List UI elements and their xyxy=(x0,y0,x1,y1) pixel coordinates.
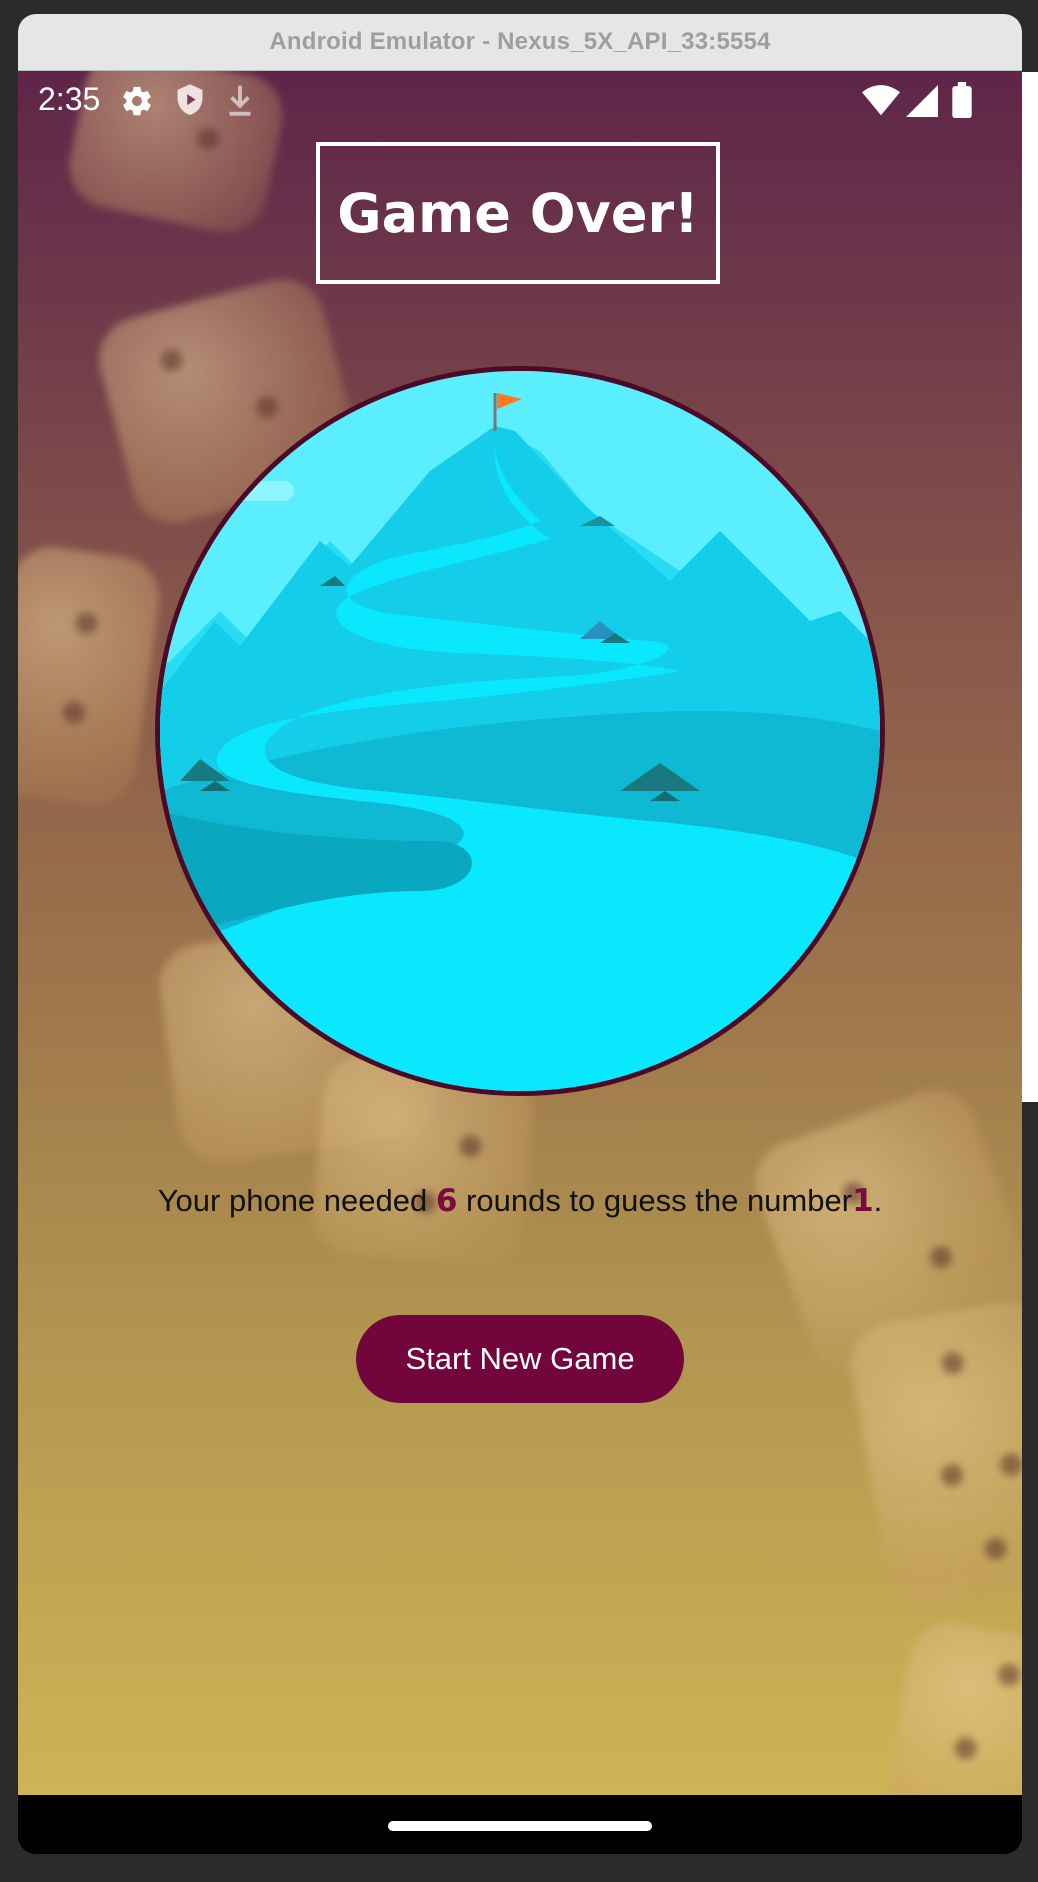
page-title: Game Over! xyxy=(316,142,720,284)
wifi-icon xyxy=(862,85,900,122)
summary-suffix: . xyxy=(873,1183,883,1218)
page-title-text: Game Over! xyxy=(337,181,699,245)
rounds-count: 6 xyxy=(435,1183,458,1219)
background-die xyxy=(18,541,165,811)
window-edge xyxy=(1022,72,1038,1102)
status-time: 2:35 xyxy=(38,81,101,117)
start-new-game-button[interactable]: Start New Game xyxy=(356,1315,684,1403)
emulator-window: Android Emulator - Nexus_5X_API_33:5554 xyxy=(18,14,1022,1854)
background-die xyxy=(882,1616,1022,1795)
game-summary-text: Your phone needed 6 rounds to guess the … xyxy=(18,1183,1022,1219)
emulator-background: Android Emulator - Nexus_5X_API_33:5554 xyxy=(0,0,1038,1882)
background-die xyxy=(844,1295,1022,1617)
app-screen: 2:35 Game Over! Your phone needed 6 roun… xyxy=(18,71,1022,1795)
download-icon xyxy=(226,83,254,122)
window-title: Android Emulator - Nexus_5X_API_33:5554 xyxy=(18,14,1022,71)
navigation-bar xyxy=(18,1795,1022,1854)
mountain-summit-illustration xyxy=(155,366,885,1096)
battery-icon xyxy=(952,82,972,123)
home-gesture-handle[interactable] xyxy=(388,1821,652,1831)
shield-play-icon xyxy=(173,83,207,124)
guessed-number: 1 xyxy=(852,1183,874,1219)
status-bar: 2:35 xyxy=(18,71,1022,131)
signal-icon xyxy=(906,85,938,122)
mountain-illustration-svg xyxy=(160,371,880,1091)
summary-prefix: Your phone needed xyxy=(157,1183,436,1218)
summary-middle: rounds to guess the number xyxy=(457,1183,853,1218)
gear-icon xyxy=(120,84,154,123)
